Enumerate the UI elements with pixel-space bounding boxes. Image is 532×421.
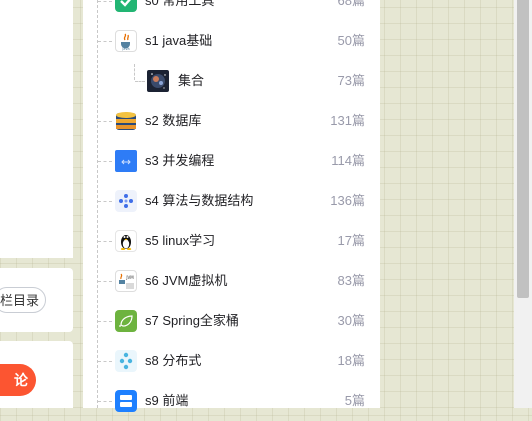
tree-connector xyxy=(98,41,112,42)
column-item-label: s1 java基础 xyxy=(145,33,213,48)
column-item-algorithms[interactable]: s4 算法与数据结构 136篇 xyxy=(83,181,380,221)
column-item-java-basics[interactable]: java s1 java基础 50篇 xyxy=(83,21,380,61)
tree-connector xyxy=(98,401,112,402)
tree-connector xyxy=(98,161,112,162)
page-scrollbar[interactable] xyxy=(514,0,532,408)
column-item-label: s8 分布式 xyxy=(145,353,202,368)
tree-connector xyxy=(98,281,112,282)
java-icon: java xyxy=(115,30,137,52)
column-list-panel: s0 常用工具 68篇 java s1 java基础 50篇 集合 73篇 s2… xyxy=(83,0,380,412)
linux-tux-icon xyxy=(115,230,137,252)
comment-button[interactable]: 论 xyxy=(0,364,36,396)
column-item-count: 50篇 xyxy=(337,33,365,48)
left-card-top xyxy=(0,0,73,258)
column-item-distributed[interactable]: s8 分布式 18篇 xyxy=(83,341,380,381)
tree-connector xyxy=(98,1,112,2)
svg-text:JVM: JVM xyxy=(125,275,134,280)
column-item-tools[interactable]: s0 常用工具 68篇 xyxy=(83,0,380,21)
svg-text:java: java xyxy=(121,47,129,51)
column-item-count: 73篇 xyxy=(337,73,365,88)
distributed-icon xyxy=(115,350,137,372)
tree-connector xyxy=(135,81,145,82)
frontend-icon xyxy=(115,390,137,412)
tree-connector xyxy=(98,321,112,322)
column-item-label: s2 数据库 xyxy=(145,113,202,128)
left-column: 栏目录 论 xyxy=(0,0,73,408)
tree-connector xyxy=(98,241,112,242)
column-item-count: 83篇 xyxy=(337,273,365,288)
catalog-button[interactable]: 栏目录 xyxy=(0,287,46,313)
column-item-jvm[interactable]: JVM s6 JVM虚拟机 83篇 xyxy=(83,261,380,301)
column-item-label: 集合 xyxy=(178,73,205,88)
database-icon xyxy=(115,110,137,132)
algorithm-icon xyxy=(115,190,137,212)
column-item-frontend[interactable]: s9 前端 5篇 xyxy=(83,381,380,421)
column-item-count: 17篇 xyxy=(337,233,365,248)
column-item-concurrency[interactable]: s3 并发编程 114篇 xyxy=(83,141,380,181)
tree-connector xyxy=(98,361,112,362)
column-item-count: 114篇 xyxy=(331,153,365,168)
column-item-linux[interactable]: s5 linux学习 17篇 xyxy=(83,221,380,261)
column-item-label: s7 Spring全家桶 xyxy=(145,313,239,328)
tree-connector xyxy=(98,201,112,202)
spring-icon xyxy=(115,310,137,332)
tools-icon xyxy=(115,0,137,12)
jvm-icon: JVM xyxy=(115,270,137,292)
column-item-label: s6 JVM虚拟机 xyxy=(145,273,228,288)
column-item-count: 131篇 xyxy=(330,113,365,128)
scrollbar-thumb[interactable] xyxy=(517,0,529,298)
column-item-count: 68篇 xyxy=(337,0,365,8)
column-subitem-collections[interactable]: 集合 73篇 xyxy=(83,61,380,101)
column-item-label: s3 并发编程 xyxy=(145,153,215,168)
column-item-count: 136篇 xyxy=(330,193,365,208)
column-item-count: 18篇 xyxy=(337,353,365,368)
column-item-label: s5 linux学习 xyxy=(145,233,216,248)
column-item-label: s0 常用工具 xyxy=(145,0,215,8)
collection-icon xyxy=(147,70,169,92)
column-item-count: 30篇 xyxy=(337,313,365,328)
tree-connector xyxy=(98,121,112,122)
column-item-label: s4 算法与数据结构 xyxy=(145,193,254,208)
column-item-spring[interactable]: s7 Spring全家桶 30篇 xyxy=(83,301,380,341)
column-item-label: s9 前端 xyxy=(145,393,189,408)
concurrency-icon xyxy=(115,150,137,172)
column-item-database[interactable]: s2 数据库 131篇 xyxy=(83,101,380,141)
column-item-count: 5篇 xyxy=(344,393,365,408)
